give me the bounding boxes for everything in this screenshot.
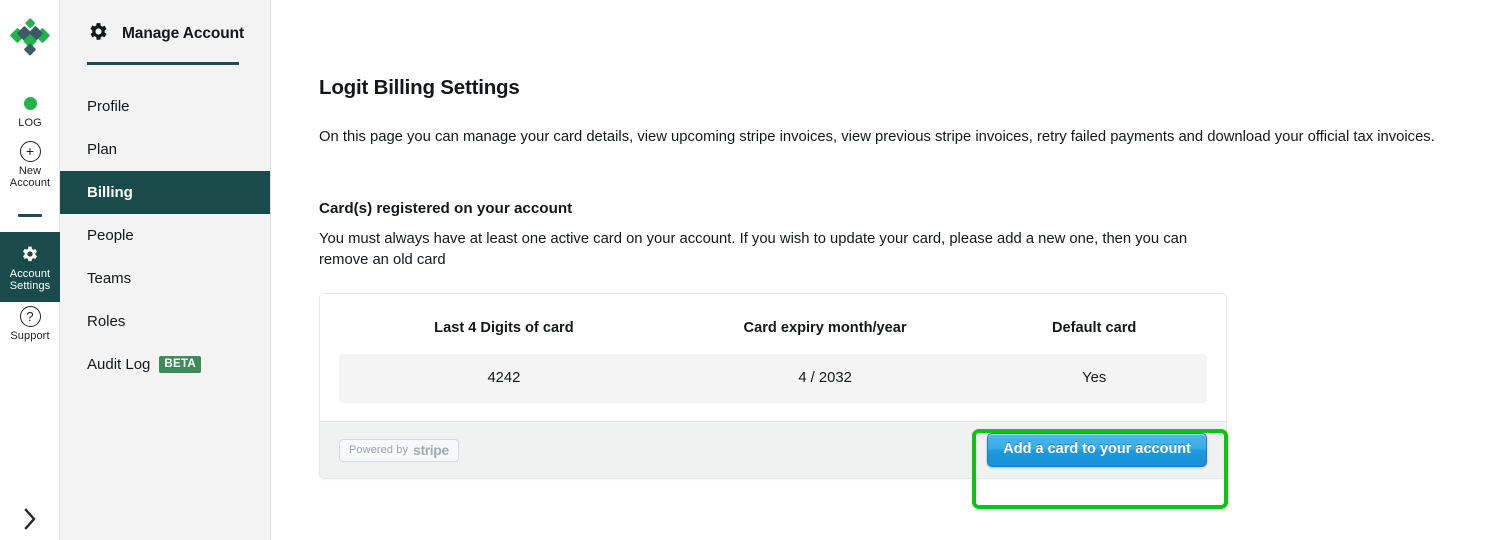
- powered-by-stripe-badge: Powered by stripe: [339, 438, 459, 462]
- registered-cards-footer: Powered by stripe Add a card to your acc…: [320, 421, 1226, 478]
- logit-diamond-logo[interactable]: [0, 12, 60, 68]
- rail-item-log-label: LOG: [18, 117, 42, 129]
- plus-circle-icon: +: [19, 140, 41, 162]
- page-description: On this page you can manage your card de…: [319, 129, 1435, 145]
- sidebar-item-teams[interactable]: Teams: [60, 257, 270, 300]
- question-circle-icon: ?: [19, 305, 41, 327]
- sidebar-item-audit-log-label: Audit Log: [87, 356, 151, 373]
- account-nav-sidebar: Manage Account Profile Plan Billing Peop…: [60, 0, 271, 540]
- sidebar-item-roles[interactable]: Roles: [60, 300, 270, 343]
- nav-header-title: Manage Account: [122, 25, 245, 42]
- sidebar-item-profile[interactable]: Profile: [60, 85, 270, 128]
- table-row: 4242 4 / 2032 Yes: [339, 354, 1207, 403]
- table-header-row: Last 4 Digits of card Card expiry month/…: [339, 312, 1207, 354]
- registered-cards-table: Last 4 Digits of card Card expiry month/…: [339, 312, 1207, 403]
- nav-header: Manage Account: [60, 0, 270, 48]
- column-header-default: Default card: [1051, 320, 1137, 336]
- rail-item-account-settings[interactable]: Account Settings: [0, 232, 60, 302]
- status-badge-beta: BETA: [159, 356, 202, 373]
- rail-item-support-label: Support: [10, 330, 50, 342]
- rail-divider: [18, 214, 42, 217]
- sidebar-item-people-label: People: [87, 227, 134, 244]
- rail-item-new-account[interactable]: + New Account: [0, 140, 60, 189]
- sidebar-item-billing-label: Billing: [87, 184, 133, 201]
- rail-item-account-settings-label-line1: Account: [9, 267, 51, 280]
- add-card-button[interactable]: Add a card to your account: [987, 433, 1207, 467]
- main-content: Logit Billing Settings On this page you …: [271, 0, 1485, 540]
- rail-item-new-account-label-line1: New: [18, 165, 42, 177]
- column-header-expiry: Card expiry month/year: [743, 320, 907, 336]
- sidebar-item-profile-label: Profile: [87, 98, 130, 115]
- chevron-right-icon[interactable]: [0, 502, 60, 536]
- app-rail: LOG + New Account Account Settings ? Sup…: [0, 0, 60, 540]
- powered-by-label: Powered by: [349, 444, 409, 456]
- green-dot-icon: [19, 92, 41, 114]
- sidebar-item-audit-log[interactable]: Audit Log BETA: [60, 343, 270, 386]
- stripe-wordmark: stripe: [413, 442, 449, 458]
- sidebar-item-people[interactable]: People: [60, 214, 270, 257]
- gear-icon: [19, 243, 41, 265]
- rail-item-log[interactable]: LOG: [0, 92, 60, 129]
- registered-cards-card: Last 4 Digits of card Card expiry month/…: [319, 293, 1227, 479]
- cell-expiry: 4 / 2032: [668, 354, 982, 403]
- sidebar-item-plan[interactable]: Plan: [60, 128, 270, 171]
- page-title: Logit Billing Settings: [319, 76, 520, 99]
- column-header-last4: Last 4 Digits of card: [434, 320, 574, 336]
- nav-header-underline: [87, 62, 239, 65]
- registered-cards-body: Last 4 Digits of card Card expiry month/…: [320, 294, 1226, 421]
- sidebar-item-roles-label: Roles: [87, 313, 126, 330]
- section-title-cards: Card(s) registered on your account: [319, 200, 573, 217]
- sidebar-item-billing[interactable]: Billing: [60, 171, 270, 214]
- section-description-cards: You must always have at least one active…: [319, 231, 1188, 268]
- sidebar-item-plan-label: Plan: [87, 141, 118, 158]
- gear-icon: [87, 20, 110, 48]
- cell-last4: 4242: [339, 354, 669, 403]
- rail-item-account-settings-label-line2: Settings: [9, 279, 51, 292]
- rail-item-support[interactable]: ? Support: [0, 305, 60, 342]
- nav-item-list: Profile Plan Billing People Teams Roles …: [60, 85, 270, 386]
- app-root: LOG + New Account Account Settings ? Sup…: [0, 0, 1485, 540]
- sidebar-item-teams-label: Teams: [87, 270, 132, 287]
- cell-default: Yes: [981, 354, 1207, 403]
- rail-item-new-account-label-line2: Account: [9, 177, 51, 189]
